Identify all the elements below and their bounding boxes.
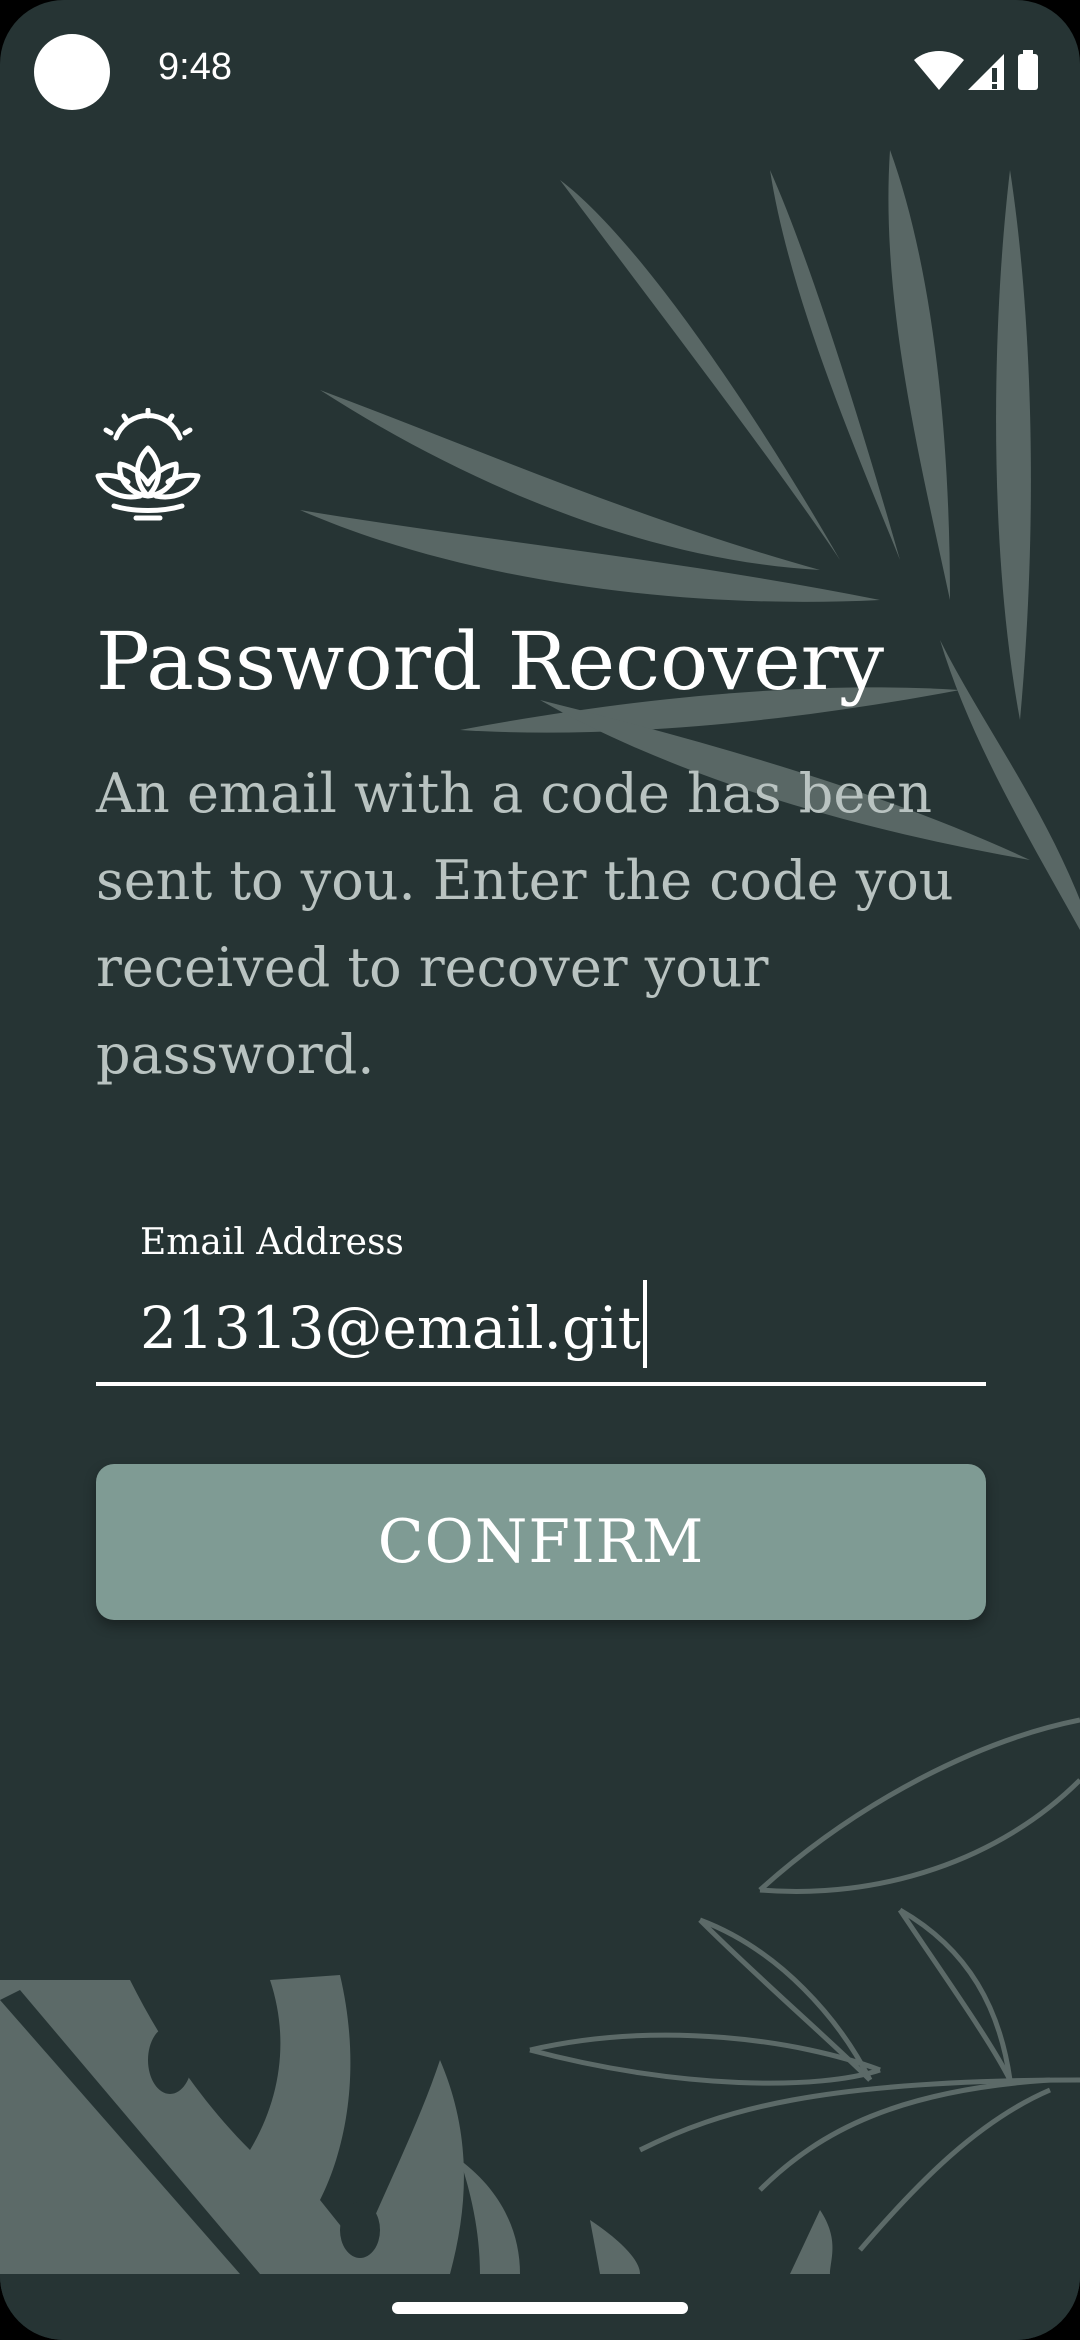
battery-icon — [1018, 50, 1038, 90]
text-cursor — [642, 1280, 647, 1368]
camera-cutout — [34, 34, 110, 110]
status-bar: 9:48 — [0, 0, 1080, 140]
status-icons — [914, 50, 1038, 90]
status-time: 9:48 — [158, 46, 232, 88]
email-field-label: Email Address — [140, 1222, 404, 1263]
email-field[interactable]: 21313@email.git — [140, 1280, 647, 1368]
home-indicator[interactable] — [392, 2302, 688, 2314]
email-field-value[interactable]: 21313@email.git — [140, 1294, 641, 1362]
confirm-button[interactable]: CONFIRM — [96, 1464, 986, 1620]
page-description: An email with a code has been sent to yo… — [96, 762, 954, 1086]
leaf-decoration — [0, 150, 1080, 2274]
lotus-sunrise-icon — [95, 408, 201, 521]
email-field-underline — [96, 1382, 986, 1386]
signal-icon — [968, 54, 1004, 90]
page-title: Password Recovery — [96, 615, 885, 708]
wifi-icon — [914, 51, 964, 90]
password-recovery-screen: 9:48 Password Recovery An email with a c… — [0, 0, 1080, 2340]
